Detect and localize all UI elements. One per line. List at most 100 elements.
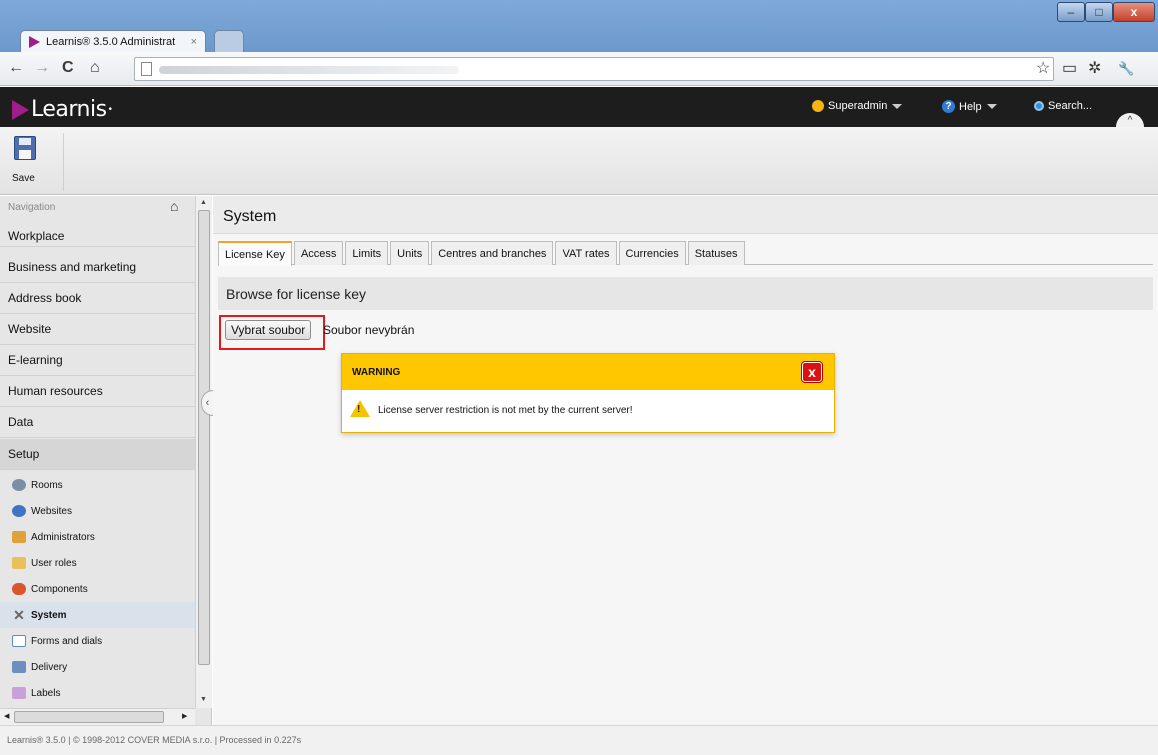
new-tab-button[interactable] <box>214 30 244 52</box>
sidebar-subitem-rooms[interactable]: Rooms <box>0 472 195 498</box>
user-menu[interactable]: Superadmin <box>812 100 903 112</box>
window-minimize-button[interactable]: – <box>1057 2 1085 22</box>
tab-access[interactable]: Access <box>293 241 344 265</box>
save-button[interactable]: Save <box>8 133 64 191</box>
sidebar-subitem-label: Forms and dials <box>31 635 103 647</box>
tab-centres-and-branches[interactable]: Centres and branches <box>431 241 554 265</box>
scroll-right-icon[interactable]: ▶ <box>182 712 187 720</box>
logo-mark: • <box>107 104 113 115</box>
help-icon: ? <box>942 100 955 113</box>
sidebar-item-label: Website <box>8 322 52 336</box>
action-toolbar: Save <box>0 127 1158 195</box>
scrollbar-thumb[interactable] <box>14 711 164 723</box>
sidebar-item-label: Data <box>8 415 34 429</box>
wrench-icon[interactable]: 🔧 <box>1118 60 1134 78</box>
sidebar-item-label: E-learning <box>8 353 63 367</box>
chevron-down-icon <box>986 104 997 109</box>
sidebar-subitem-delivery[interactable]: Delivery <box>0 654 195 680</box>
tab-units[interactable]: Units <box>390 241 430 265</box>
search-box[interactable]: Search... <box>1034 100 1092 112</box>
sidebar-item-setup[interactable]: Setup <box>0 439 195 470</box>
sidebar-subitem-system[interactable]: ✕ System <box>0 602 195 628</box>
tab-close-icon[interactable]: × <box>191 36 197 48</box>
page-title: System <box>223 208 277 225</box>
scrollbar-thumb[interactable] <box>198 210 210 665</box>
system-tools-icon: ✕ <box>13 607 25 623</box>
tab-bar: License Key Access Limits Units Centres … <box>218 241 1153 266</box>
sidebar-subitem-label: User roles <box>31 557 77 569</box>
sidebar-subitem-user-roles[interactable]: User roles <box>0 550 195 576</box>
tab-license-key[interactable]: License Key <box>218 241 292 266</box>
learnis-favicon-icon <box>29 35 40 48</box>
tab-currencies[interactable]: Currencies <box>618 241 686 265</box>
app-header: Learnis • Superadmin ? Help Search... ^ <box>0 87 1158 127</box>
sidebar-subitem-components[interactable]: Components <box>0 576 195 602</box>
choose-file-button[interactable]: Vybrat soubor <box>225 320 312 340</box>
url-input[interactable] <box>159 60 1039 78</box>
home-icon[interactable]: ⌂ <box>170 198 178 214</box>
sidebar-item-data[interactable]: Data <box>0 407 195 438</box>
labels-icon <box>12 687 26 699</box>
home-icon[interactable]: ⌂ <box>90 58 100 78</box>
sidebar-item-address-book[interactable]: Address book <box>0 283 195 314</box>
sidebar-subitem-label: Rooms <box>31 479 63 491</box>
sidebar-heading: Navigation <box>8 202 56 213</box>
sidebar-subitem-label: Labels <box>31 687 61 699</box>
sidebar-subitem-label: Components <box>31 583 88 595</box>
bookmark-star-icon[interactable]: ☆ <box>1036 60 1050 78</box>
settings-gear-icon[interactable]: ✲ <box>1088 60 1101 78</box>
logo-triangle-icon <box>12 99 29 120</box>
tab-statuses[interactable]: Statuses <box>687 241 745 265</box>
tab-vat-rates[interactable]: VAT rates <box>555 241 617 265</box>
address-bar[interactable] <box>134 57 1054 81</box>
window-close-button[interactable]: x <box>1113 2 1155 22</box>
sidebar-item-business-and-marketing[interactable]: Business and marketing <box>0 252 195 283</box>
logo-text: Learnis <box>31 97 107 122</box>
help-menu[interactable]: ? Help <box>942 100 997 113</box>
sidebar-item-workplace[interactable]: Workplace <box>0 225 195 247</box>
sidebar-subitem-label: Websites <box>31 505 72 517</box>
close-icon[interactable]: x <box>802 362 822 382</box>
delivery-icon <box>12 661 26 673</box>
sidebar-vertical-scrollbar[interactable]: ▲ ▼ <box>195 196 212 708</box>
sidebar-item-label: Address book <box>8 291 82 305</box>
learnis-logo[interactable]: Learnis • <box>12 97 113 122</box>
floppy-disk-icon <box>14 136 36 160</box>
sidebar-item-label: Setup <box>8 447 40 461</box>
sidebar-subitem-forms-and-dials[interactable]: Forms and dials <box>0 628 195 654</box>
collapse-header-icon[interactable]: ^ <box>1116 113 1144 127</box>
sidebar-subitem-websites[interactable]: Websites <box>0 498 195 524</box>
sidebar-item-label: Human resources <box>8 384 103 398</box>
footer-text: Learnis® 3.5.0 | © 1998-2012 COVER MEDIA… <box>7 735 302 745</box>
sidebar-item-e-learning[interactable]: E-learning <box>0 345 195 376</box>
sidebar-horizontal-scrollbar[interactable]: ◀ ▶ <box>0 708 195 725</box>
scroll-down-icon[interactable]: ▼ <box>200 696 207 703</box>
file-status-text: Soubor nevybrán <box>323 323 415 337</box>
sidebar-item-human-resources[interactable]: Human resources <box>0 376 195 407</box>
sidebar-subitem-label: System <box>31 609 67 621</box>
browser-tab[interactable]: Learnis® 3.5.0 Administrat × <box>20 30 206 52</box>
section-title: Browse for license key <box>226 286 367 302</box>
sidebar-subitem-labels[interactable]: Labels <box>0 680 195 706</box>
sidebar: Navigation ⌂ Workplace Business and mark… <box>0 196 212 725</box>
tab-limits[interactable]: Limits <box>345 241 389 265</box>
page-action-icon[interactable]: ▭ <box>1062 60 1077 78</box>
save-label: Save <box>12 173 35 184</box>
sidebar-item-website[interactable]: Website <box>0 314 195 345</box>
warning-title: WARNING <box>352 367 401 378</box>
components-icon <box>12 583 26 595</box>
sidebar-item-label: Workplace <box>8 228 65 243</box>
user-name: Superadmin <box>828 100 888 112</box>
window-maximize-button[interactable]: □ <box>1085 2 1113 22</box>
forward-arrow-icon[interactable]: → <box>34 58 50 78</box>
scroll-left-icon[interactable]: ◀ <box>4 712 9 720</box>
warning-exclamation-icon: ! <box>357 404 361 415</box>
scroll-up-icon[interactable]: ▲ <box>200 199 207 206</box>
key-icon <box>812 100 824 112</box>
help-label: Help <box>959 100 982 113</box>
back-arrow-icon[interactable]: ← <box>8 58 24 78</box>
reload-icon[interactable]: C <box>62 58 74 78</box>
sidebar-subitem-administrators[interactable]: Administrators <box>0 524 195 550</box>
browser-titlebar: Learnis® 3.5.0 Administrat × – □ x <box>0 0 1158 52</box>
forms-icon <box>12 635 26 647</box>
